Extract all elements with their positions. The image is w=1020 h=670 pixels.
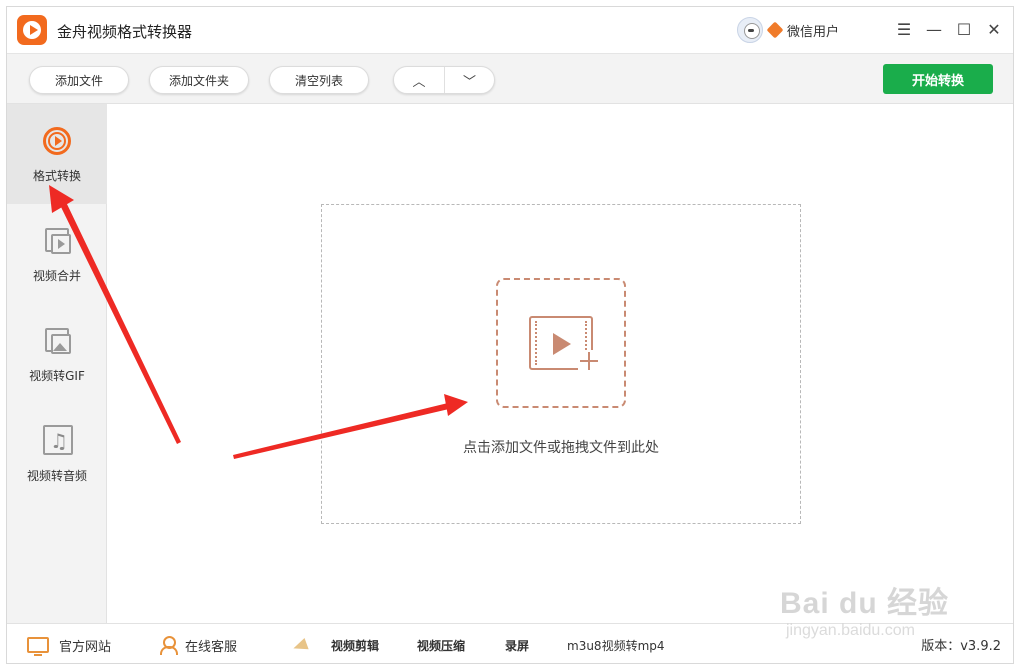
add-video-button[interactable] [496, 278, 626, 408]
tool-screen-record[interactable]: 录屏 [505, 635, 529, 655]
add-file-button[interactable]: 添加文件 [29, 66, 129, 94]
video-to-audio-icon: ♫ [41, 424, 73, 457]
menu-icon[interactable]: ☰ [893, 19, 915, 41]
user-account[interactable]: 微信用户 [737, 17, 839, 43]
user-name[interactable]: 微信用户 [787, 21, 839, 40]
maximize-icon[interactable]: ☐ [953, 19, 975, 41]
megaphone-icon [291, 636, 313, 654]
app-title: 金舟视频格式转换器 [57, 23, 193, 41]
sidebar-item-video-to-audio[interactable]: ♫ 视频转音频 [7, 404, 107, 504]
toolbar: 添加文件 添加文件夹 清空列表 ︿ ﹀ 开始转换 [7, 53, 1013, 104]
sort-button-group: ︿ ﹀ [393, 66, 495, 94]
promo-megaphone [291, 635, 333, 655]
sidebar-item-format-convert[interactable]: 格式转换 [7, 104, 107, 204]
window-controls: ☰ — ☐ ✕ [893, 19, 1005, 41]
sidebar-item-label: 视频转GIF [29, 368, 85, 383]
avatar[interactable] [737, 17, 763, 43]
start-convert-button[interactable]: 开始转换 [883, 64, 993, 94]
move-down-button[interactable]: ﹀ [444, 67, 494, 93]
official-site-link[interactable]: 官方网站 [27, 635, 112, 656]
move-up-button[interactable]: ︿ [394, 67, 444, 93]
sidebar: 格式转换 视频合并 视频转GIF ♫ 视频转音频 [7, 104, 107, 623]
sidebar-item-label: 格式转换 [32, 168, 81, 183]
clear-list-button[interactable]: 清空列表 [269, 66, 369, 94]
title-bar: 金舟视频格式转换器 微信用户 ☰ — ☐ ✕ [7, 7, 1013, 53]
tool-video-compress[interactable]: 视频压缩 [417, 635, 465, 655]
drop-hint-text: 点击添加文件或拖拽文件到此处 [463, 440, 659, 456]
app-window: 金舟视频格式转换器 微信用户 ☰ — ☐ ✕ 添加文件 添加文件夹 清空列表 ︿… [6, 6, 1014, 664]
main-panel: 点击添加文件或拖拽文件到此处 [108, 104, 1013, 623]
sidebar-item-label: 视频转音频 [26, 468, 87, 483]
minimize-icon[interactable]: — [923, 19, 945, 41]
footer-bar: 官方网站 在线客服 视频剪辑 视频压缩 录屏 m3u8视频转mp4 版本：v3.… [7, 623, 1013, 663]
customer-service-icon [159, 636, 178, 655]
app-logo-icon [17, 15, 47, 45]
official-site-label: 官方网站 [59, 639, 112, 655]
vip-diamond-icon [766, 21, 784, 39]
sidebar-item-video-to-gif[interactable]: 视频转GIF [7, 304, 107, 404]
version-label: 版本：v3.9.2 [921, 639, 1001, 654]
tool-m3u8-to-mp4[interactable]: m3u8视频转mp4 [567, 635, 665, 655]
file-drop-zone[interactable]: 点击添加文件或拖拽文件到此处 [321, 204, 801, 524]
online-service-label: 在线客服 [185, 639, 238, 655]
sidebar-item-video-merge[interactable]: 视频合并 [7, 204, 107, 304]
online-service-link[interactable]: 在线客服 [159, 635, 237, 655]
plus-icon [578, 350, 600, 372]
sidebar-item-label: 视频合并 [32, 268, 81, 283]
format-convert-icon [41, 125, 73, 157]
video-to-gif-icon [41, 325, 73, 357]
close-icon[interactable]: ✕ [983, 19, 1005, 41]
tool-video-edit[interactable]: 视频剪辑 [331, 635, 379, 655]
video-merge-icon [41, 225, 73, 257]
monitor-icon [27, 637, 49, 656]
add-folder-button[interactable]: 添加文件夹 [149, 66, 249, 94]
